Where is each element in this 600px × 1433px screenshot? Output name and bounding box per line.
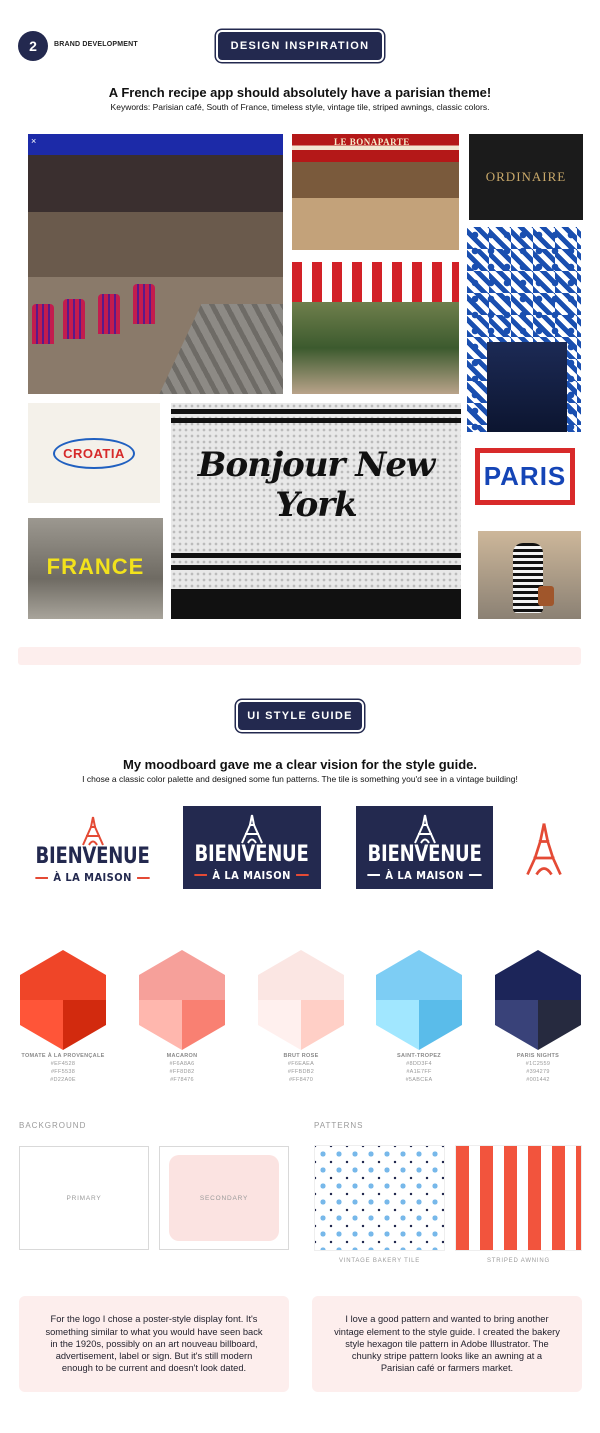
logo-dark: BIENVENUE À LA MAISON: [356, 806, 493, 889]
swatch-label: TOMATE À LA PROVENÇALE #EF4528 #FF5538 #D22…: [21, 1053, 105, 1083]
hexagon-swatch: [20, 950, 106, 1050]
bakery-tile-caption: VINTAGE BAKERY TILE: [338, 1258, 421, 1264]
logo-dark-red-tower: BIENVENUE À LA MAISON: [183, 806, 321, 889]
logo-wordmark: BIENVENUE: [194, 841, 310, 867]
cafe-street-photo: [28, 134, 283, 394]
logo-wordmark: BIENVENUE: [367, 841, 482, 867]
swatch-brut-rose: [258, 950, 344, 1055]
hexagon-swatch: [495, 950, 581, 1050]
design-inspiration-pill: DESIGN INSPIRATION: [218, 32, 382, 60]
swatch-macaron: [139, 950, 225, 1055]
striped-awning-pattern: [455, 1145, 582, 1251]
eiffel-tower-icon: [413, 814, 436, 844]
close-icon[interactable]: ×: [31, 136, 36, 146]
bonjour-new-york-mosaic-photo: Bonjour New York: [171, 403, 461, 619]
logo-tagline-row: À LA MAISON: [35, 871, 151, 884]
logo-tagline: À LA MAISON: [53, 871, 133, 884]
inspiration-heading: A French recipe app should absolutely ha…: [108, 85, 492, 100]
logo-tagline-row: À LA MAISON: [367, 869, 482, 882]
hexagon-swatch: [376, 950, 462, 1050]
swatch-label: PARIS NIGHTS #1C2559 #394279 #001442: [516, 1053, 560, 1083]
blue-tile-floor-photo: [467, 227, 581, 432]
primary-background-swatch: PRIMARY: [19, 1146, 149, 1250]
step-number-badge: 2: [18, 31, 48, 61]
swatch-label: BRUT ROSE #F6EAEA #FFBDB2 #FF8470: [283, 1053, 319, 1083]
ordinaire-logo-photo: ORDINAIRE: [469, 134, 583, 220]
hexagon-swatch: [258, 950, 344, 1050]
logo-tagline: À LA MAISON: [385, 868, 464, 882]
pattern-note: I love a good pattern and wanted to brin…: [312, 1296, 582, 1392]
paris-text: PARIS: [483, 461, 567, 491]
croatia-text: CROATIA: [53, 437, 135, 469]
bonaparte-sign: LE BONAPARTE: [334, 137, 410, 147]
swatch-label: SAINT-TROPEZ #8DD3F4 #A1E7FF #5ABCEA: [397, 1053, 441, 1083]
vintage-bakery-tile-pattern: [314, 1145, 445, 1251]
patterns-label: PATTERNS: [314, 1121, 364, 1130]
section-divider: [18, 647, 581, 665]
le-bonaparte-cafe-photo: LE BONAPARTE: [292, 134, 459, 250]
swatch-tomate: [20, 950, 106, 1055]
striped-awning-market-photo: [292, 262, 459, 394]
ui-style-guide-pill: UI STYLE GUIDE: [238, 702, 362, 730]
swatch-paris-nights: [495, 950, 581, 1055]
logo-wordmark: BIENVENUE: [35, 844, 151, 869]
eiffel-tower-icon: [241, 814, 263, 844]
inspiration-keywords: Keywords: Parisian café, South of France…: [110, 102, 490, 112]
step-label: BRAND DEVELOPMENT: [54, 41, 138, 48]
striped-shirt-woman-photo: [478, 531, 581, 619]
bonjour-text: Bonjour New York: [197, 445, 436, 525]
logo-tagline-row: À LA MAISON: [194, 868, 310, 882]
paris-sign-image: PARIS: [475, 448, 575, 505]
striped-awning-caption: STRIPED AWNING: [487, 1258, 550, 1264]
secondary-label: SECONDARY: [199, 1194, 249, 1202]
style-guide-subheading: I chose a classic color palette and desi…: [82, 774, 518, 784]
style-guide-heading: My moodboard gave me a clear vision for …: [123, 757, 477, 772]
eiffel-tower-icon: [526, 823, 562, 876]
france-street-photo: FRANCE: [28, 518, 163, 619]
logo-tagline: À LA MAISON: [212, 868, 292, 882]
background-label: BACKGROUND: [19, 1121, 87, 1130]
logo-font-note: For the logo I chose a poster-style disp…: [19, 1296, 289, 1392]
hexagon-swatch: [139, 950, 225, 1050]
logo-light: BIENVENUE À LA MAISON: [28, 806, 158, 894]
swatch-label: MACARON #F6A8A6 #FF8D82 #F78476: [166, 1053, 198, 1083]
croatia-label-image: CROATIA: [28, 403, 160, 503]
secondary-background-swatch: SECONDARY: [159, 1146, 289, 1250]
eiffel-tower-icon: [82, 816, 104, 846]
primary-label: PRIMARY: [66, 1194, 102, 1202]
swatch-saint-tropez: [376, 950, 462, 1055]
france-text: FRANCE: [46, 554, 145, 579]
